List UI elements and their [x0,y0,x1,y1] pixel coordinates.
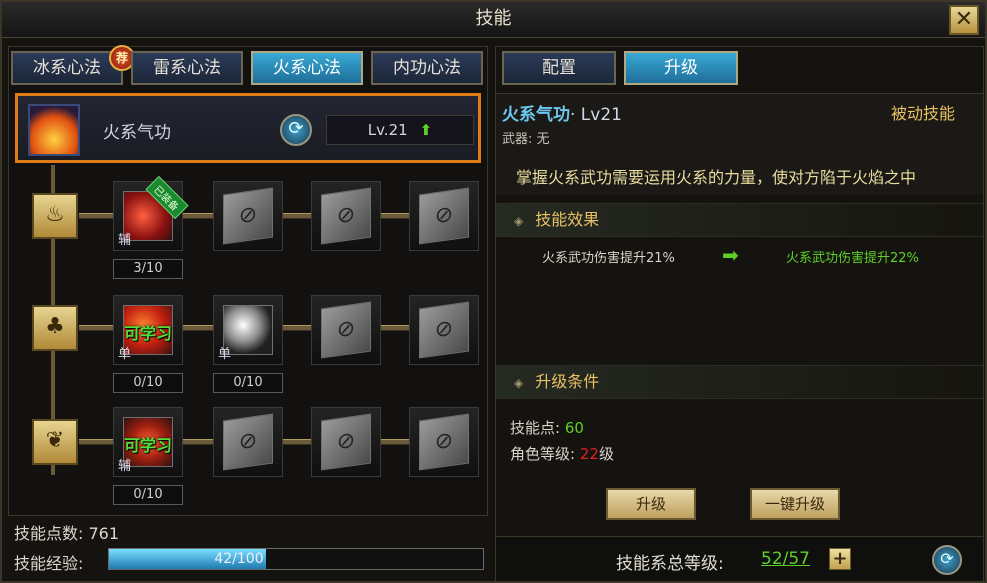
slot-progress: 3/10 [113,259,183,279]
skill-title: 火系气功· Lv21 [502,100,622,125]
section-title: 升级条件 [535,372,600,391]
exp-label: 技能经验: [14,554,84,573]
lock-icon: ⊘ [223,187,273,245]
diamond-icon: ◈ [514,376,524,390]
skill-title-name: 火系气功 [502,105,570,125]
skill-slot[interactable]: 可学习单 [113,295,183,365]
tab-label: 冰系心法 [33,58,101,78]
flame-element-icon: ♣ [32,305,78,351]
effect-next: 火系武功伤害提升22% [786,251,919,266]
learnable-label: 可学习 [123,436,172,455]
tab-config[interactable]: 配置 [502,51,616,85]
weapon: 武器: 无 [502,132,550,147]
condition-header: ◈ 升级条件 [496,365,983,399]
cond-level: 角色等级: 22级 [510,443,614,464]
lock-icon: ⊘ [321,301,371,359]
skill-title-level: · Lv21 [570,105,622,125]
cond-points: 技能点: 60 [510,417,584,438]
total-label: 技能系总等级: [616,554,724,574]
tab-fire[interactable]: 火系心法 [251,51,363,85]
selected-skill-row[interactable]: 火系气功 ⟳ Lv.21 ⬆ [15,93,481,163]
close-icon: ✕ [954,7,974,32]
plus-icon[interactable]: + [829,548,851,570]
locked-slot[interactable]: ⊘ [311,295,381,365]
refresh-icon[interactable]: ⟳ [280,114,312,146]
skill-slot[interactable]: 辅已装备 [113,175,189,251]
slot-type: 辅 [118,233,132,248]
skill-slot[interactable]: 单 [213,295,283,365]
leaf-element-icon: ❦ [32,419,78,465]
skill-description: 掌握火系武功需要运用火系的力量，使对方陷于火焰之中 [516,168,917,187]
learnable-label: 可学习 [123,324,172,343]
skill-points-line: 技能点数: 761 [14,520,119,544]
lock-icon: ⊘ [223,413,273,471]
tab-upgrade[interactable]: 升级 [624,51,738,85]
tab-label: 火系心法 [273,58,341,78]
title-text: 技能 [475,8,512,29]
total-value[interactable]: 52/57 [761,549,810,569]
skill-detail-panel: 配置 升级 火系气功· Lv21 被动技能 武器: 无 掌握火系武功需要运用火系… [495,46,984,582]
points-label: 技能点数: [14,524,84,543]
button-label: 一键升级 [764,495,825,513]
tab-label: 升级 [664,58,698,78]
footer: 技能系总等级: 52/57 + ⟳ [496,536,983,581]
exp-bar: 42/100 [108,548,484,570]
fire-icon [28,104,80,156]
tab-label: 内功心法 [393,58,461,78]
lock-icon: ⊘ [419,413,469,471]
exp-text: 42/100 [214,551,264,567]
tab-inner[interactable]: 内功心法 [371,51,483,85]
skill-type: 被动技能 [890,104,955,123]
tab-label: 雷系心法 [153,58,221,78]
effect-current: 火系武功伤害提升21% [542,251,675,266]
tab-thunder[interactable]: 雷系心法 [131,51,243,85]
slot-progress: 0/10 [113,373,183,393]
skill-tree-panel: 冰系心法荐 雷系心法 火系心法 内功心法 火系气功 ⟳ Lv.21 ⬆ ♨ 辅已装… [8,45,488,516]
cond-level-unit: 级 [598,445,614,463]
refresh-icon[interactable]: ⟳ [932,545,962,575]
lock-icon: ⊘ [321,413,371,471]
skill-level-box: Lv.21 ⬆ [326,115,474,145]
slot-type: 单 [218,347,232,362]
locked-slot[interactable]: ⊘ [311,181,381,251]
fire-element-icon: ♨ [32,193,78,239]
arrow-right-icon: ➡ [722,243,739,267]
cond-level-value: 22 [579,445,599,463]
skill-name: 火系气功 [103,123,171,143]
arrow-up-icon: ⬆ [419,121,433,139]
locked-slot[interactable]: ⊘ [409,407,479,477]
skill-slot[interactable]: 可学习辅 [113,407,183,477]
lock-icon: ⊘ [419,187,469,245]
points-value: 761 [88,524,120,543]
close-button[interactable]: ✕ [949,5,979,35]
slot-type: 单 [118,347,132,362]
upgrade-button[interactable]: 升级 [606,488,696,520]
locked-slot[interactable]: ⊘ [409,181,479,251]
button-label: 升级 [635,495,666,513]
slot-type: 辅 [118,459,132,474]
cond-points-label: 技能点: [510,419,561,437]
skill-level: Lv.21 [367,121,408,139]
section-title: 技能效果 [535,210,600,229]
lock-icon: ⊘ [321,187,371,245]
slot-progress: 0/10 [113,485,183,505]
skill-info: 火系气功· Lv21 被动技能 武器: 无 掌握火系武功需要运用火系的力量，使对… [496,93,983,195]
cond-points-value: 60 [564,419,584,437]
locked-slot[interactable]: ⊘ [213,181,283,251]
locked-slot[interactable]: ⊘ [409,295,479,365]
locked-slot[interactable]: ⊘ [311,407,381,477]
locked-slot[interactable]: ⊘ [213,407,283,477]
upgrade-all-button[interactable]: 一键升级 [750,488,840,520]
cond-level-label: 角色等级: [510,445,576,463]
effect-header: ◈ 技能效果 [496,203,983,237]
tab-ice[interactable]: 冰系心法荐 [11,45,135,85]
skills-window: 技能 ✕ 冰系心法荐 雷系心法 火系心法 内功心法 火系气功 ⟳ Lv.21 ⬆ … [0,0,987,583]
tab-label: 配置 [542,58,576,78]
diamond-icon: ◈ [514,214,524,228]
slot-progress: 0/10 [213,373,283,393]
window-title: 技能 [2,2,985,38]
lock-icon: ⊘ [419,301,469,359]
